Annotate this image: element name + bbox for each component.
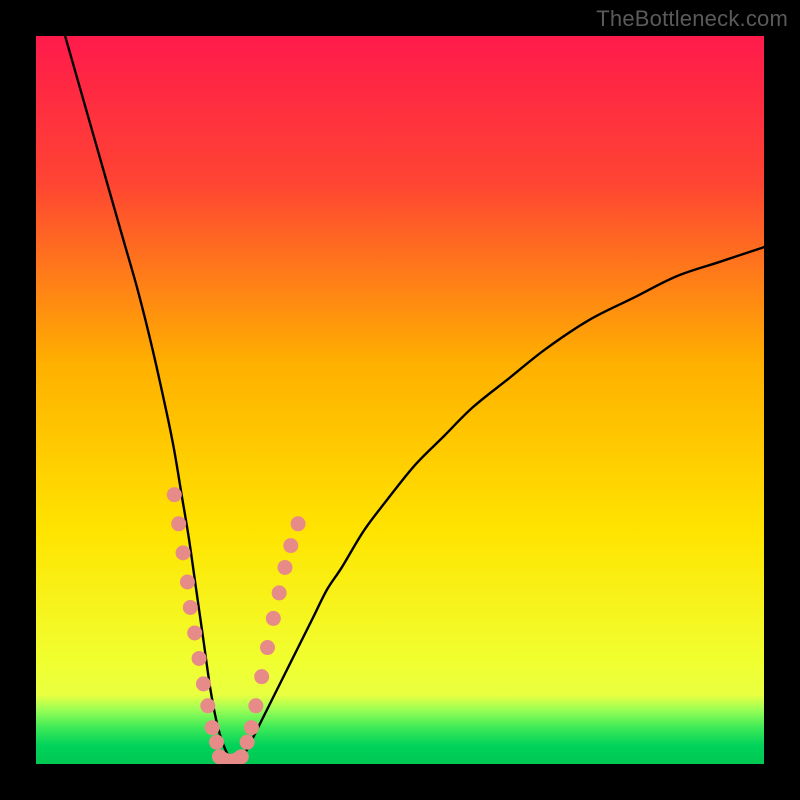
marker-right <box>254 669 269 684</box>
marker-left <box>180 575 195 590</box>
marker-right <box>272 585 287 600</box>
marker-left <box>209 735 224 750</box>
marker-right <box>277 560 292 575</box>
marker-left <box>196 676 211 691</box>
chart-plot-area <box>36 36 764 764</box>
marker-right <box>240 735 255 750</box>
marker-left <box>171 516 186 531</box>
marker-right <box>248 698 263 713</box>
marker-bottom <box>234 749 249 764</box>
marker-left <box>205 720 220 735</box>
marker-left <box>200 698 215 713</box>
marker-left <box>187 625 202 640</box>
marker-right <box>266 611 281 626</box>
marker-left <box>176 545 191 560</box>
marker-right <box>244 720 259 735</box>
marker-left <box>183 600 198 615</box>
marker-right <box>260 640 275 655</box>
marker-right <box>291 516 306 531</box>
watermark-text: TheBottleneck.com <box>596 6 788 32</box>
marker-left <box>192 651 207 666</box>
marker-left <box>167 487 182 502</box>
bottleneck-curve-chart <box>36 36 764 764</box>
marker-right <box>283 538 298 553</box>
